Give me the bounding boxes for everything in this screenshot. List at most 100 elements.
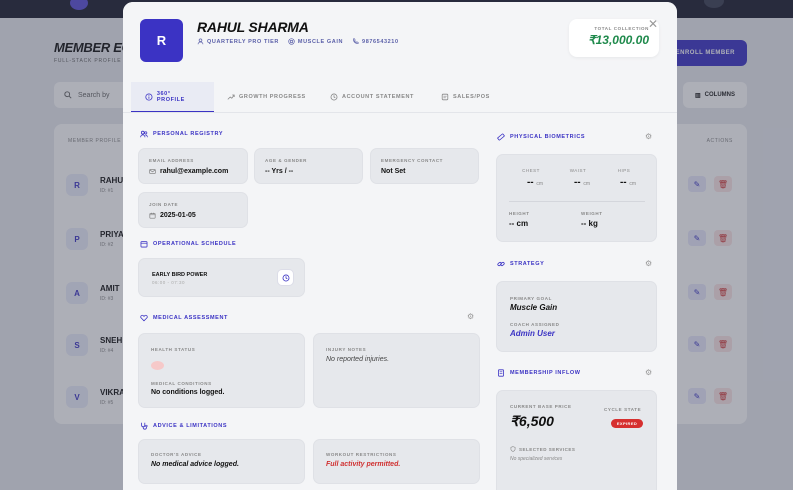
clock-icon: [282, 274, 289, 281]
mail-icon: [149, 169, 156, 174]
close-icon[interactable]: ✕: [648, 17, 658, 31]
strategy-card: PRIMARY GOAL Muscle Gain COACH ASSIGNED …: [496, 281, 657, 352]
tab-label: GROWTH PROGRESS: [239, 94, 306, 100]
total-collection-card: TOTAL COLLECTION ₹13,000.00: [569, 19, 659, 57]
phone-icon: [353, 38, 359, 44]
tier-tag: QUARTERLY PRO TIER: [197, 38, 279, 45]
section-label: PERSONAL REGISTRY: [153, 131, 224, 137]
chest-number: --: [526, 177, 534, 188]
email-text: rahul@example.com: [160, 168, 229, 175]
modal-header: R RAHUL SHARMA QUARTERLY PRO TIER MUSCLE…: [123, 2, 677, 82]
medical-conditions-value: No conditions logged.: [151, 389, 225, 396]
divider: [509, 201, 645, 202]
height-value: -- cm: [509, 219, 529, 228]
member-avatar: R: [140, 19, 183, 62]
join-date-card: JOIN DATE 2025-01-05: [138, 192, 248, 228]
strategy-title: STRATEGY: [497, 260, 544, 268]
base-price-value: ₹6,500: [510, 413, 554, 429]
cycle-state-label: CYCLE STATE: [604, 407, 642, 412]
workout-restrictions-label: WORKOUT RESTRICTIONS: [326, 452, 397, 457]
advice-limitations-title: ADVICE & LIMITATIONS: [140, 422, 227, 430]
emergency-contact-label: EMERGENCY CONTACT: [381, 158, 444, 163]
membership-card: CURRENT BASE PRICE ₹6,500 CYCLE STATE EX…: [496, 390, 657, 490]
gear-icon[interactable]: ⚙: [467, 312, 474, 321]
goal-tag: MUSCLE GAIN: [288, 38, 343, 45]
membership-inflow-title: MEMBERSHIP INFLOW: [497, 369, 581, 377]
age-gender-card: AGE & GENDER -- Yrs / --: [254, 148, 363, 184]
join-date-label: JOIN DATE: [149, 202, 179, 207]
calendar-icon: [140, 241, 148, 248]
waist-value: -- cm: [564, 177, 600, 188]
section-label: OPERATIONAL SCHEDULE: [153, 241, 237, 247]
section-label: MEDICAL ASSESSMENT: [153, 315, 228, 321]
member-name: RAHUL SHARMA: [197, 19, 309, 35]
age-gender-value: -- Yrs / --: [265, 168, 294, 175]
member-profile-modal: R RAHUL SHARMA QUARTERLY PRO TIER MUSCLE…: [123, 2, 677, 490]
gear-icon[interactable]: ⚙: [645, 132, 652, 141]
workout-restrictions-value: Full activity permitted.: [326, 461, 401, 468]
emergency-contact-card: EMERGENCY CONTACT Not Set: [370, 148, 479, 184]
injury-notes-label: INJURY NOTES: [326, 347, 367, 352]
cycle-state-badge: EXPIRED: [611, 419, 643, 428]
join-date-text: 2025-01-05: [160, 212, 196, 219]
stethoscope-icon: [141, 422, 148, 430]
base-price-label: CURRENT BASE PRICE: [510, 404, 572, 409]
section-label: ADVICE & LIMITATIONS: [153, 423, 228, 429]
phone-number: 9876543210: [362, 38, 399, 45]
total-collection-label: TOTAL COLLECTION: [594, 26, 649, 31]
tab-label: 360° PROFILE: [156, 90, 185, 103]
tab-account-statement[interactable]: ACCOUNT STATEMENT: [330, 82, 414, 112]
doctor-advice-label: DOCTOR'S ADVICE: [151, 452, 202, 457]
history-icon: [330, 93, 338, 101]
doctor-advice-card: DOCTOR'S ADVICE No medical advice logged…: [138, 439, 305, 484]
schedule-clock-button[interactable]: [277, 269, 294, 286]
primary-goal-value: Muscle Gain: [510, 303, 558, 312]
tier-label: QUARTERLY PRO TIER: [207, 38, 279, 45]
height-label: HEIGHT: [509, 211, 530, 216]
weight-value: -- kg: [581, 219, 598, 228]
tab-360-profile[interactable]: 360° PROFILE: [131, 82, 214, 112]
email-value: rahul@example.com: [149, 168, 228, 175]
hips-number: --: [619, 177, 627, 188]
trend-up-icon: [227, 94, 235, 100]
goal-tag-label: MUSCLE GAIN: [297, 38, 344, 45]
unit-label: cm: [583, 181, 591, 187]
tab-sales-pos[interactable]: SALES/POS: [441, 82, 490, 112]
heart-icon: [140, 314, 148, 322]
schedule-time: 06:00 - 07:30: [152, 280, 186, 285]
hips-label: HIPS: [617, 168, 631, 173]
schedule-name: EARLY BIRD POWER: [152, 272, 208, 278]
member-tags: QUARTERLY PRO TIER MUSCLE GAIN 987654321…: [197, 38, 399, 45]
chest-value: -- cm: [517, 177, 553, 188]
selected-services-value: No specialized services: [510, 456, 563, 462]
email-card: EMAIL ADDRESS rahul@example.com: [138, 148, 248, 184]
selected-services: SELECTED SERVICES: [510, 446, 575, 452]
waist-label: WAIST: [569, 168, 587, 173]
coach-assigned-label: COACH ASSIGNED: [510, 322, 560, 327]
receipt-icon: [441, 93, 449, 101]
phone-tag: 9876543210: [352, 38, 399, 45]
profile-tabs: 360° PROFILE GROWTH PROGRESS ACCOUNT STA…: [123, 82, 677, 113]
medical-assessment-title: MEDICAL ASSESSMENT: [140, 314, 228, 322]
weight-label: WEIGHT: [581, 211, 603, 216]
doctor-advice-value: No medical advice logged.: [151, 461, 239, 468]
tab-label: SALES/POS: [453, 94, 490, 100]
modal-body: PERSONAL REGISTRY EMAIL ADDRESS rahul@ex…: [123, 113, 677, 490]
biometrics-card: CHEST -- cm WAIST -- cm HIPS -- cm HEIGH…: [496, 154, 657, 242]
info-icon: [145, 92, 153, 101]
emergency-contact-value: Not Set: [381, 168, 406, 175]
gear-icon[interactable]: ⚙: [645, 368, 652, 377]
tab-label: ACCOUNT STATEMENT: [342, 94, 415, 100]
primary-goal-label: PRIMARY GOAL: [510, 296, 552, 301]
target-icon: [288, 38, 295, 45]
total-collection-value: ₹13,000.00: [587, 33, 649, 47]
selected-services-label: SELECTED SERVICES: [519, 446, 576, 452]
tab-growth-progress[interactable]: GROWTH PROGRESS: [227, 82, 306, 112]
waist-number: --: [573, 177, 581, 188]
gear-icon[interactable]: ⚙: [645, 259, 652, 268]
chest-label: CHEST: [522, 168, 540, 173]
health-status-label: HEALTH STATUS: [151, 347, 196, 352]
join-date-value: 2025-01-05: [149, 212, 196, 219]
unit-label: cm: [629, 181, 637, 187]
calendar-icon: [149, 212, 156, 219]
